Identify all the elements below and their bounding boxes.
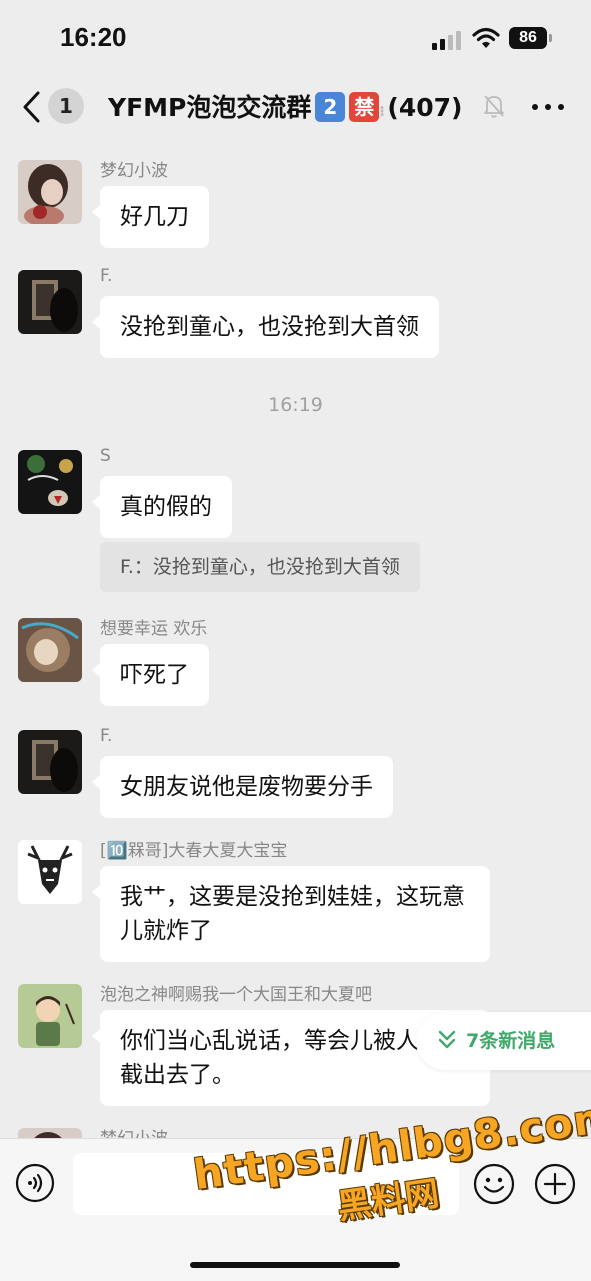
message-bubble[interactable]: 吓死了 [92, 644, 209, 706]
cellular-signal-icon [432, 30, 464, 50]
sender-name: 梦幻小波 [100, 161, 168, 181]
title-badge-forbidden: 禁 [349, 92, 380, 122]
status-bar: 16:20 86 [0, 0, 591, 80]
sender-name: 想要幸运 欢乐 [100, 619, 208, 639]
status-time: 16:20 [60, 22, 127, 52]
sender-name: 梦幻小波 [100, 1124, 168, 1138]
home-indicator [190, 1262, 400, 1268]
battery-tip [549, 34, 552, 42]
sender-name: [🔟槑哥]大春大夏大宝宝 [100, 841, 288, 861]
voice-input-icon[interactable] [15, 1163, 55, 1203]
double-chevron-down-icon [438, 1030, 456, 1049]
new-messages-label: 7条新消息 [466, 1030, 556, 1052]
message-bubble[interactable]: 真的假的 [92, 476, 232, 538]
avatar[interactable] [18, 984, 82, 1048]
unread-count-badge[interactable]: 1 [48, 88, 84, 124]
mute-bell-icon [484, 95, 504, 118]
message-bubble[interactable]: 我艹，这要是没抢到娃娃，这玩意儿就炸了 [92, 866, 490, 962]
message-bubble[interactable]: 没抢到童心，也没抢到大首领 [92, 296, 439, 358]
sender-name: 泡泡之神啊赐我一个大国王和大夏吧 [100, 985, 372, 1005]
message-bubble[interactable]: 女朋友说他是废物要分手 [92, 756, 393, 818]
group-name: YFMP泡泡交流群 [108, 93, 312, 122]
message-bubble[interactable]: 好几刀 [92, 186, 209, 248]
chat-title[interactable]: YFMP泡泡交流群 2 禁 ⁝ (407) [108, 90, 462, 126]
title-badge-number: 2 [315, 92, 346, 122]
sender-name: F. [100, 266, 113, 286]
chat-header: 1 YFMP泡泡交流群 2 禁 ⁝ (407) [0, 80, 591, 136]
more-options-icon[interactable] [532, 104, 566, 112]
avatar[interactable] [18, 1128, 82, 1138]
wifi-icon [472, 27, 500, 48]
member-count: (407) [387, 93, 463, 122]
quoted-message[interactable]: F.：没抢到童心，也没抢到大首领 [100, 542, 420, 592]
avatar[interactable] [18, 840, 82, 904]
avatar[interactable] [18, 618, 82, 682]
back-chevron-icon[interactable] [20, 90, 44, 124]
message-list[interactable]: 梦幻小波 好几刀 F. 没抢到童心，也没抢到大首领 16:19 S 真的假的 F… [0, 138, 591, 1138]
sender-name: F. [100, 726, 113, 746]
battery-indicator: 86 [509, 27, 547, 49]
avatar[interactable] [18, 160, 82, 224]
sender-name: S [100, 446, 111, 466]
time-divider: 16:19 [268, 394, 323, 416]
avatar[interactable] [18, 450, 82, 514]
new-messages-button[interactable]: 7条新消息 [416, 1012, 591, 1070]
avatar[interactable] [18, 270, 82, 334]
avatar[interactable] [18, 730, 82, 794]
